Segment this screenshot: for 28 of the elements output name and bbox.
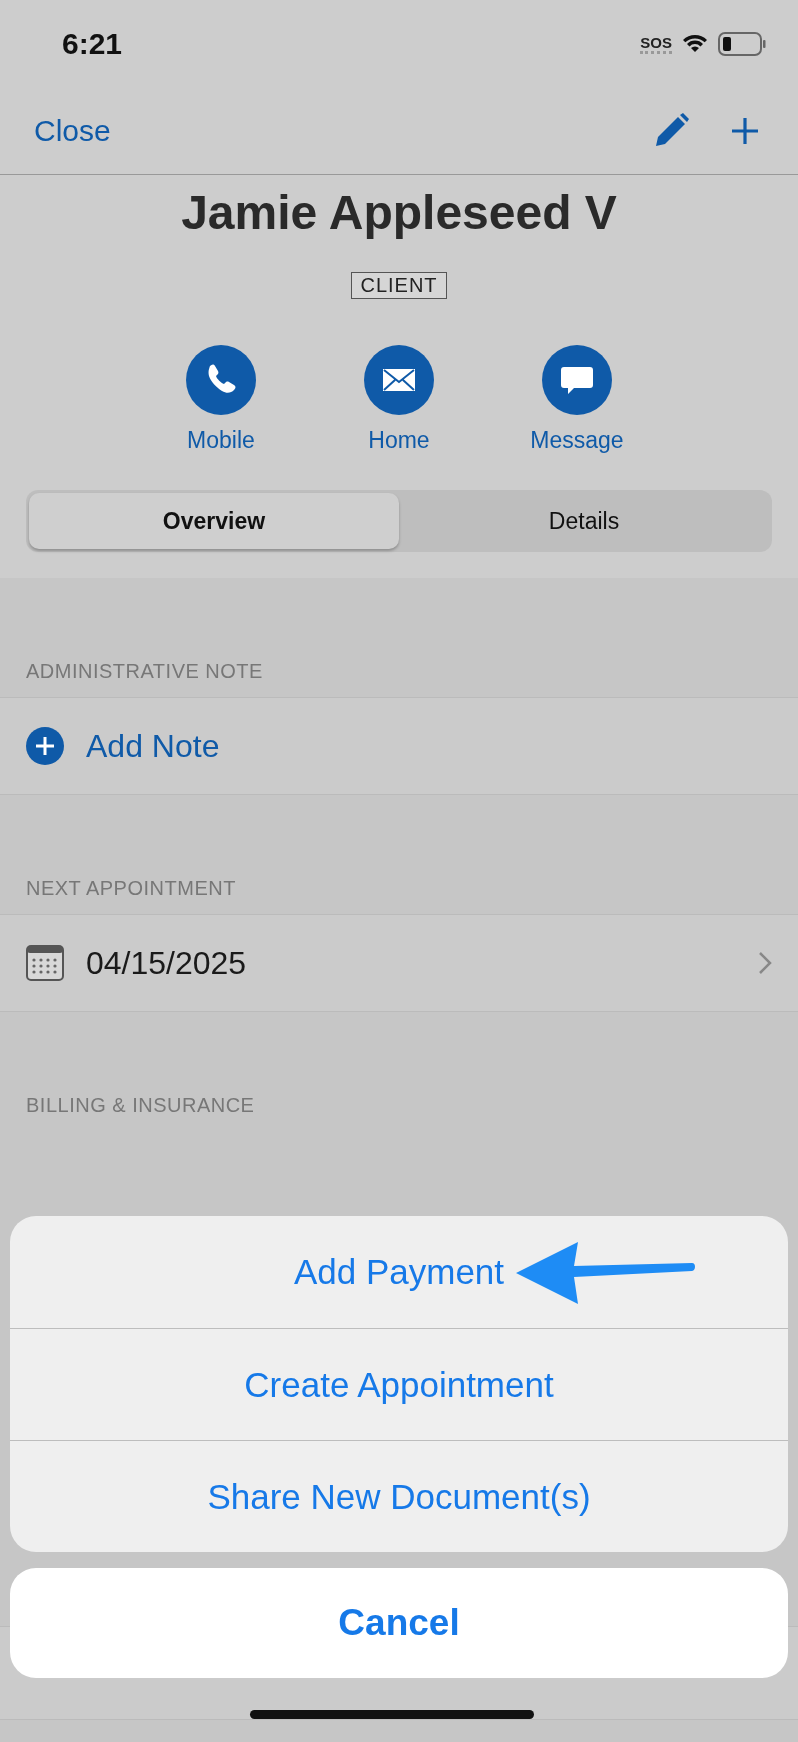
sos-indicator: SOS <box>640 34 672 54</box>
add-circle-icon <box>26 727 64 765</box>
contact-action[interactable]: Home <box>340 345 458 454</box>
mail-icon <box>364 345 434 415</box>
calendar-icon <box>26 945 64 981</box>
close-button[interactable]: Close <box>34 114 111 148</box>
section-header: ADMINISTRATIVE NOTE <box>25 659 264 684</box>
contact-action[interactable]: Message <box>518 345 636 454</box>
cancel-button[interactable]: Cancel <box>10 1568 788 1678</box>
client-badge: CLIENT <box>351 272 447 299</box>
wifi-icon <box>682 34 708 54</box>
segment-tab[interactable]: Overview <box>29 493 399 549</box>
chevron-icon <box>758 951 772 975</box>
contact-name: Jamie Appleseed V <box>181 185 617 240</box>
list-row[interactable]: Add Note <box>0 697 798 795</box>
section-header: BILLING & INSURANCE <box>25 1093 256 1118</box>
segment-tab[interactable]: Details <box>399 493 769 549</box>
battery-icon <box>718 32 766 56</box>
sheet-option[interactable]: Add Payment <box>10 1216 788 1328</box>
sheet-option[interactable]: Create Appointment <box>10 1328 788 1440</box>
phone-icon <box>186 345 256 415</box>
list-row[interactable]: 04/15/2025 <box>0 914 798 1012</box>
add-icon[interactable] <box>730 116 760 146</box>
section-header: NEXT APPOINTMENT <box>25 876 237 901</box>
contact-action[interactable]: Mobile <box>162 345 280 454</box>
sheet-option[interactable]: Share New Document(s) <box>10 1440 788 1552</box>
message-icon <box>542 345 612 415</box>
status-time: 6:21 <box>62 27 123 61</box>
